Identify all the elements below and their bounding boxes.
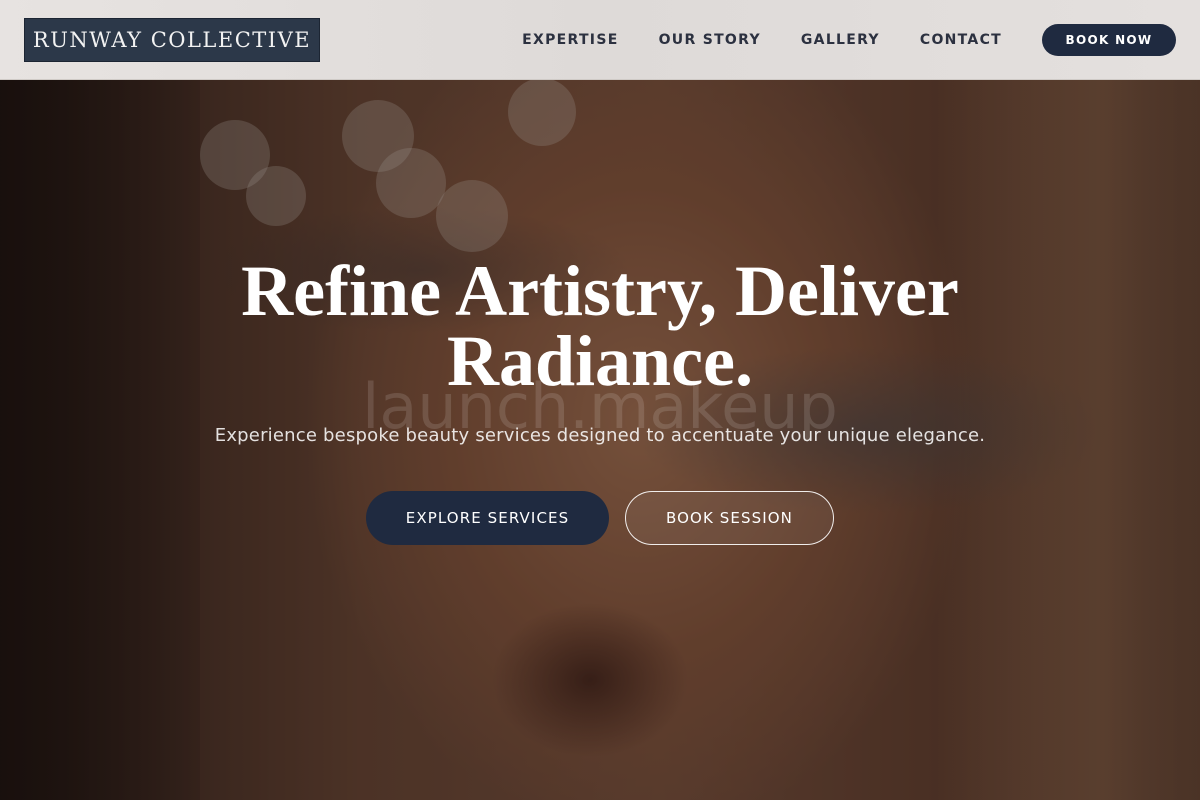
hero-title-line2: Radiance. xyxy=(447,321,753,401)
hero-title: Refine Artistry, Deliver Radiance. xyxy=(200,255,1000,397)
brand-logo[interactable]: RUNWAY COLLECTIVE xyxy=(24,18,320,62)
explore-services-button[interactable]: EXPLORE SERVICES xyxy=(366,491,609,545)
book-session-button[interactable]: BOOK SESSION xyxy=(625,491,834,545)
hero-subtitle: Experience bespoke beauty services desig… xyxy=(214,425,986,446)
nav-link-contact[interactable]: CONTACT xyxy=(920,32,1002,48)
hero-title-line1: Refine Artistry, Deliver xyxy=(241,251,959,331)
nav-link-gallery[interactable]: GALLERY xyxy=(801,32,880,48)
book-now-button[interactable]: BOOK NOW xyxy=(1042,24,1176,56)
top-navbar: RUNWAY COLLECTIVE EXPERTISE OUR STORY GA… xyxy=(0,0,1200,80)
nav-link-expertise[interactable]: EXPERTISE xyxy=(522,32,618,48)
main-nav: EXPERTISE OUR STORY GALLERY CONTACT xyxy=(482,0,1002,80)
nav-link-our-story[interactable]: OUR STORY xyxy=(659,32,761,48)
